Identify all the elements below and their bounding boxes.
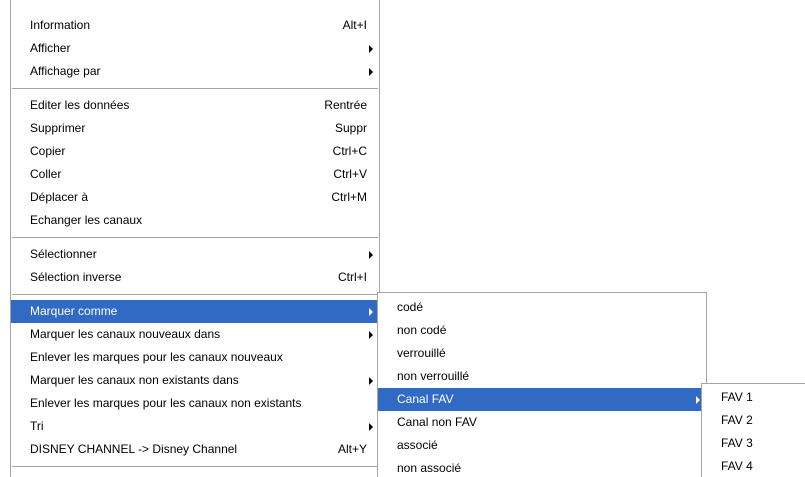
menu-item-label: DISNEY CHANNEL -> Disney Channel bbox=[30, 442, 238, 456]
menu-item-label: Information bbox=[30, 18, 91, 32]
menu-item-label: non verrouillé bbox=[397, 369, 470, 383]
menu-item-label: Rechercher les canaux bbox=[30, 472, 153, 477]
menu-item-label: codé bbox=[397, 300, 424, 314]
menu-item-label: Enlever les marques pour les canaux nouv… bbox=[30, 350, 283, 364]
shortcut-label: Ctrl+V bbox=[333, 167, 367, 181]
shortcut-label: Suppr bbox=[334, 121, 367, 135]
menu-item-label: Affichage par bbox=[30, 64, 101, 78]
shortcut-label: Ctrl+C bbox=[332, 144, 367, 158]
menu-item-selectionner[interactable]: Sélectionner bbox=[11, 243, 379, 266]
menu-item-editer-les-donnees[interactable]: Editer les données Rentrée bbox=[11, 94, 379, 117]
menu-item-label: FAV 2 bbox=[721, 413, 753, 427]
menu-item-enlever-les-marques-pour-les-canaux-non-existants[interactable]: Enlever les marques pour les canaux non … bbox=[11, 392, 379, 415]
menu-item-label: Sélection inverse bbox=[30, 270, 122, 284]
menu-item-label: Coller bbox=[30, 167, 62, 181]
submenu-item-non-associe[interactable]: non associé bbox=[378, 457, 706, 477]
menu-item-marquer-les-canaux-nouveaux-dans[interactable]: Marquer les canaux nouveaux dans bbox=[11, 323, 379, 346]
submenu-item-associe[interactable]: associé bbox=[378, 434, 706, 457]
shortcut-label: Ctrl+F bbox=[334, 472, 367, 477]
menu-item-label: verrouillé bbox=[397, 346, 446, 360]
menu-item-affichage-par[interactable]: Affichage par bbox=[11, 60, 379, 83]
menu-item-label: Marquer les canaux nouveaux dans bbox=[30, 327, 221, 341]
menu-item-rechercher-les-canaux[interactable]: Rechercher les canaux Ctrl+F bbox=[11, 472, 379, 477]
submenu-item-canal-fav[interactable]: Canal FAV bbox=[378, 388, 706, 411]
menu-item-tri[interactable]: Tri bbox=[11, 415, 379, 438]
menu-item-marquer-comme[interactable]: Marquer comme bbox=[11, 300, 379, 323]
menu-item-label: Enlever les marques pour les canaux non … bbox=[30, 396, 302, 410]
menu-item-label: Marquer comme bbox=[30, 304, 118, 318]
menu-item-label: FAV 4 bbox=[721, 459, 753, 473]
menu-item-label: associé bbox=[397, 438, 438, 452]
submenu-item-code[interactable]: codé bbox=[378, 296, 706, 319]
menu-item-information[interactable]: Information Alt+I bbox=[11, 14, 379, 37]
menu-item-enlever-les-marques-pour-les-canaux-nouveaux[interactable]: Enlever les marques pour les canaux nouv… bbox=[11, 346, 379, 369]
menu-item-label: non associé bbox=[397, 461, 462, 475]
fav-channel-submenu: FAV 1 FAV 2 FAV 3 FAV 4 bbox=[701, 383, 805, 477]
fav-item-fav-2[interactable]: FAV 2 bbox=[702, 409, 805, 432]
shortcut-label: Rentrée bbox=[324, 98, 367, 112]
submenu-arrow-icon bbox=[696, 396, 700, 404]
menu-item-label: Canal non FAV bbox=[397, 415, 477, 429]
menu-separator bbox=[12, 88, 378, 89]
menu-item-copier[interactable]: Copier Ctrl+C bbox=[11, 140, 379, 163]
shortcut-label: Alt+I bbox=[342, 18, 367, 32]
menu-item-echanger-les-canaux[interactable]: Echanger les canaux bbox=[11, 209, 379, 232]
mark-as-submenu: codé non codé verrouillé non verrouillé Cana… bbox=[377, 292, 707, 477]
menu-item-label: Tri bbox=[30, 419, 44, 433]
submenu-arrow-icon bbox=[369, 423, 373, 431]
fav-item-fav-4[interactable]: FAV 4 bbox=[702, 455, 805, 477]
menu-item-label: non codé bbox=[397, 323, 447, 337]
menu-item-coller[interactable]: Coller Ctrl+V bbox=[11, 163, 379, 186]
context-menu: Information Alt+I Afficher Affichage par Edi… bbox=[10, 0, 380, 477]
menu-item-marquer-les-canaux-non-existants-dans[interactable]: Marquer les canaux non existants dans bbox=[11, 369, 379, 392]
menu-item-label: FAV 3 bbox=[721, 436, 753, 450]
submenu-arrow-icon bbox=[369, 331, 373, 339]
menu-item-label: Copier bbox=[30, 144, 66, 158]
menu-item-label: Sélectionner bbox=[30, 247, 97, 261]
menu-item-label: Editer les données bbox=[30, 98, 130, 112]
menu-item-label: Déplacer à bbox=[30, 190, 89, 204]
menu-item-label: Marquer les canaux non existants dans bbox=[30, 373, 239, 387]
menu-item-disney-channel-disney-channel[interactable]: DISNEY CHANNEL -> Disney Channel Alt+Y bbox=[11, 438, 379, 461]
submenu-item-canal-non-fav[interactable]: Canal non FAV bbox=[378, 411, 706, 434]
fav-item-fav-1[interactable]: FAV 1 bbox=[702, 386, 805, 409]
menu-separator bbox=[12, 466, 378, 467]
menu-item-deplacer-a[interactable]: Déplacer à Ctrl+M bbox=[11, 186, 379, 209]
menu-item-supprimer[interactable]: Supprimer Suppr bbox=[11, 117, 379, 140]
menu-item-afficher[interactable]: Afficher bbox=[11, 37, 379, 60]
submenu-arrow-icon bbox=[369, 68, 373, 76]
menu-item-label: Echanger les canaux bbox=[30, 213, 143, 227]
menu-item-label: FAV 1 bbox=[721, 390, 753, 404]
shortcut-label: Ctrl+I bbox=[337, 270, 367, 284]
shortcut-label: Alt+Y bbox=[337, 442, 367, 456]
menu-item-label: Afficher bbox=[30, 41, 71, 55]
shortcut-label: Ctrl+M bbox=[331, 190, 367, 204]
submenu-arrow-icon bbox=[369, 45, 373, 53]
menu-item-label: Supprimer bbox=[30, 121, 86, 135]
submenu-arrow-icon bbox=[369, 251, 373, 259]
fav-item-fav-3[interactable]: FAV 3 bbox=[702, 432, 805, 455]
submenu-item-non-code[interactable]: non codé bbox=[378, 319, 706, 342]
submenu-arrow-icon bbox=[369, 377, 373, 385]
menu-item-selection-inverse[interactable]: Sélection inverse Ctrl+I bbox=[11, 266, 379, 289]
menu-item-label: Canal FAV bbox=[397, 392, 454, 406]
submenu-item-verrouille[interactable]: verrouillé bbox=[378, 342, 706, 365]
submenu-arrow-icon bbox=[369, 308, 373, 316]
menu-separator bbox=[12, 294, 378, 295]
menu-separator bbox=[12, 237, 378, 238]
submenu-item-non-verrouille[interactable]: non verrouillé bbox=[378, 365, 706, 388]
